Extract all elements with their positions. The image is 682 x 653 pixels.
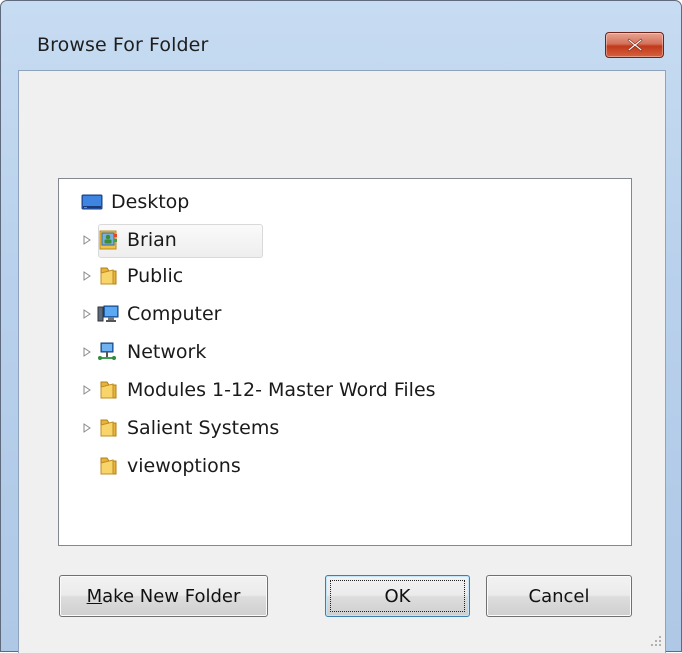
tree-item-label: Desktop [111, 191, 189, 213]
tree-item-label: Network [127, 341, 206, 363]
expand-arrow-icon[interactable] [81, 270, 93, 282]
expand-arrow-icon[interactable] [81, 384, 93, 396]
expand-arrow-icon[interactable] [81, 422, 93, 434]
button-label: Cancel [529, 586, 590, 607]
expand-arrow-icon[interactable] [81, 346, 93, 358]
folder-icon [97, 266, 119, 286]
tree-item-desktop[interactable]: Desktop [81, 185, 189, 219]
folder-icon [97, 418, 119, 438]
network-icon [97, 342, 119, 362]
computer-icon [97, 304, 119, 324]
tree-item-network[interactable]: Network [81, 335, 206, 369]
tree-item-label: Modules 1-12- Master Word Files [127, 379, 436, 401]
button-label: ake New Folder [102, 586, 240, 607]
tree-item-label: Salient Systems [127, 417, 279, 439]
folder-icon [97, 456, 119, 476]
tree-item-label: Computer [127, 303, 221, 325]
title-bar[interactable]: Browse For Folder [1, 1, 681, 59]
tree-item-label: viewoptions [127, 455, 241, 477]
cancel-button[interactable]: Cancel [486, 575, 632, 617]
tree-item-label: Public [127, 265, 183, 287]
tree-item-viewoptions[interactable]: viewoptions [97, 449, 241, 483]
button-label: OK [385, 586, 411, 607]
tree-item-public[interactable]: Public [81, 259, 183, 293]
expand-arrow-icon[interactable] [81, 234, 93, 246]
desktop-icon [81, 192, 103, 212]
mnemonic-letter: M [87, 586, 103, 607]
resize-grip-icon[interactable] [648, 634, 662, 648]
expand-arrow-icon[interactable] [81, 308, 93, 320]
user-folder-icon [97, 230, 119, 250]
folder-icon [97, 380, 119, 400]
tree-item-label: Brian [127, 229, 177, 251]
close-button[interactable] [605, 32, 664, 58]
tree-item-computer[interactable]: Computer [81, 297, 221, 331]
make-new-folder-button[interactable]: Make New Folder [59, 575, 268, 617]
tree-item-salient-systems[interactable]: Salient Systems [81, 411, 279, 445]
folder-tree[interactable]: Desktop Brian Public [58, 178, 632, 546]
tree-item-modules-folder[interactable]: Modules 1-12- Master Word Files [81, 373, 436, 407]
ok-button[interactable]: OK [325, 575, 470, 617]
close-icon [627, 38, 643, 52]
selection-highlight [98, 224, 263, 258]
window-title: Browse For Folder [37, 34, 208, 56]
tree-item-brian[interactable]: Brian [81, 223, 177, 257]
